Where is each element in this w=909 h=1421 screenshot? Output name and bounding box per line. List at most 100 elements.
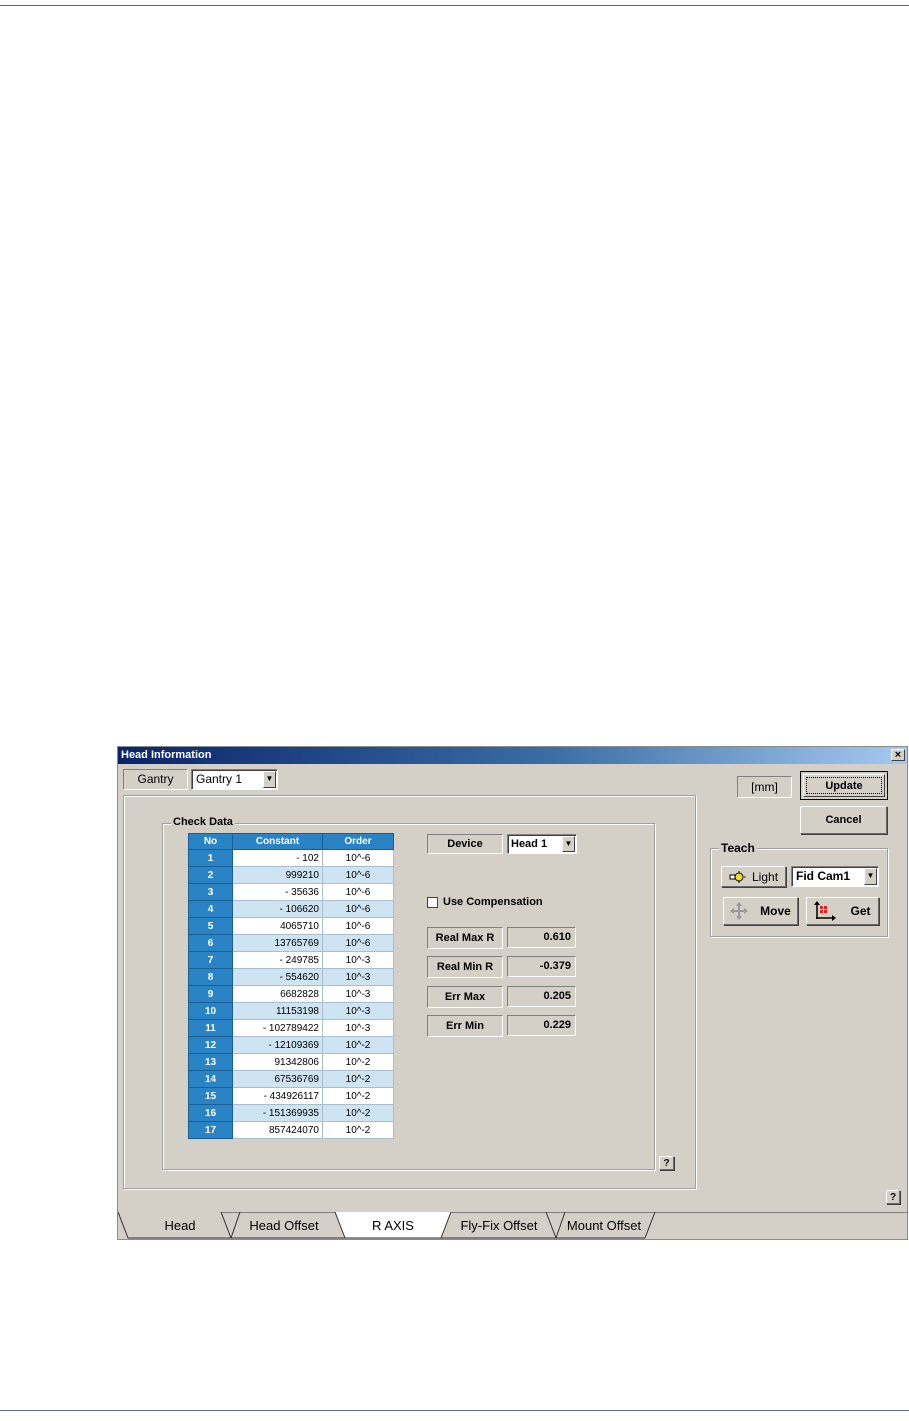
window-help-button[interactable]: ? bbox=[886, 1190, 900, 1204]
table-row[interactable]: 3- 35636 10^-6 bbox=[188, 883, 394, 901]
teach-title: Teach bbox=[719, 841, 757, 855]
row-number-cell: 1 bbox=[188, 849, 233, 867]
update-button[interactable]: Update bbox=[800, 771, 888, 800]
order-cell: 10^-3 bbox=[322, 985, 394, 1003]
constant-cell: 67536769 bbox=[232, 1070, 323, 1088]
row-number-cell: 17 bbox=[188, 1121, 233, 1139]
move-arrows-icon bbox=[730, 902, 749, 920]
table-row[interactable]: 8- 554620 10^-3 bbox=[188, 968, 394, 986]
table-row[interactable]: 7- 249785 10^-3 bbox=[188, 951, 394, 969]
row-number-cell: 7 bbox=[188, 951, 233, 969]
use-compensation-label: Use Compensation bbox=[443, 896, 543, 908]
value-label: Err Min bbox=[446, 1020, 484, 1032]
device-label: Device bbox=[447, 838, 483, 850]
chevron-down-icon[interactable]: ▼ bbox=[263, 771, 276, 788]
table-row[interactable]: 16- 151369935 10^-2 bbox=[188, 1104, 394, 1122]
constant-cell: - 434926117 bbox=[232, 1087, 323, 1105]
table-header-row: No Constant Order bbox=[188, 833, 394, 850]
row-number-cell: 10 bbox=[188, 1002, 233, 1020]
gantry-label: Gantry bbox=[137, 772, 174, 786]
value-label: Real Max R bbox=[435, 932, 495, 944]
window-title: Head Information bbox=[121, 749, 212, 761]
table-row[interactable]: 5 4065710 10^-6 bbox=[188, 917, 394, 935]
row-number-cell: 16 bbox=[188, 1104, 233, 1122]
order-cell: 10^-6 bbox=[322, 866, 394, 884]
cancel-button[interactable]: Cancel bbox=[800, 806, 887, 834]
constant-cell: - 12109369 bbox=[232, 1036, 323, 1054]
use-compensation-checkbox[interactable] bbox=[427, 897, 438, 908]
row-number-cell: 4 bbox=[188, 900, 233, 918]
camera-select[interactable]: Fid Cam1 ▼ bbox=[791, 866, 879, 887]
row-number-cell: 6 bbox=[188, 934, 233, 952]
bottom-rule bbox=[0, 1410, 909, 1411]
title-bar[interactable]: Head Information × bbox=[118, 747, 907, 764]
order-cell: 10^-3 bbox=[322, 951, 394, 969]
check-data-help-button[interactable]: ? bbox=[659, 1156, 674, 1170]
update-label: Update bbox=[825, 779, 863, 792]
gantry-label-box: Gantry bbox=[123, 769, 188, 790]
table-row[interactable]: 9 6682828 10^-3 bbox=[188, 985, 394, 1003]
constant-cell: 6682828 bbox=[232, 985, 323, 1003]
tab-r-axis[interactable]: R AXIS bbox=[340, 1213, 446, 1238]
close-button[interactable]: × bbox=[891, 749, 905, 761]
order-cell: 10^-2 bbox=[322, 1087, 394, 1105]
help-icon: ? bbox=[663, 1157, 670, 1169]
top-rule bbox=[0, 5, 909, 6]
check-data-table: No Constant Order 1- 102 10^-6 2 999210 10^-… bbox=[188, 833, 394, 1139]
chevron-down-icon[interactable]: ▼ bbox=[864, 868, 877, 885]
row-number-cell: 14 bbox=[188, 1070, 233, 1088]
tab-head[interactable]: Head bbox=[128, 1213, 232, 1238]
value-label: Real Min R bbox=[436, 961, 494, 973]
constant-cell: 11153198 bbox=[232, 1002, 323, 1020]
table-row[interactable]: 15- 434926117 10^-2 bbox=[188, 1087, 394, 1105]
table-row[interactable]: 14 67536769 10^-2 bbox=[188, 1070, 394, 1088]
column-header-order: Order bbox=[322, 833, 394, 850]
table-row[interactable]: 1- 102 10^-6 bbox=[188, 849, 394, 867]
chevron-down-icon[interactable]: ▼ bbox=[562, 836, 575, 852]
value-label-box: Err Max bbox=[427, 986, 503, 1008]
value-label-box: Err Min bbox=[427, 1015, 503, 1037]
cancel-label: Cancel bbox=[825, 814, 862, 826]
table-row[interactable]: 2 999210 10^-6 bbox=[188, 866, 394, 884]
table-row[interactable]: 6 13765769 10^-6 bbox=[188, 934, 394, 952]
constant-cell: 13765769 bbox=[232, 934, 323, 952]
get-label: Get bbox=[850, 904, 871, 918]
device-label-box: Device bbox=[427, 834, 503, 854]
device-select[interactable]: Head 1 ▼ bbox=[507, 834, 577, 854]
value-label-box: Real Max R bbox=[427, 927, 503, 949]
table-row[interactable]: 12- 12109369 10^-2 bbox=[188, 1036, 394, 1054]
table-row[interactable]: 13 91342806 10^-2 bbox=[188, 1053, 394, 1071]
row-number-cell: 13 bbox=[188, 1053, 233, 1071]
gantry-select-value: Gantry 1 bbox=[196, 772, 243, 786]
table-row[interactable]: 10 11153198 10^-3 bbox=[188, 1002, 394, 1020]
order-cell: 10^-2 bbox=[322, 1070, 394, 1088]
move-button[interactable]: Move bbox=[723, 897, 798, 925]
tab-head-offset[interactable]: Head Offset bbox=[231, 1213, 337, 1238]
value-display: -0.379 bbox=[507, 956, 576, 977]
table-row[interactable]: 11- 102789422 10^-3 bbox=[188, 1019, 394, 1037]
row-number-cell: 9 bbox=[188, 985, 233, 1003]
tab-mount-offset[interactable]: Mount Offset bbox=[551, 1213, 657, 1238]
camera-select-value: Fid Cam1 bbox=[796, 869, 851, 883]
constant-cell: - 102789422 bbox=[232, 1019, 323, 1037]
constant-cell: - 35636 bbox=[232, 883, 323, 901]
constant-cell: - 106620 bbox=[232, 900, 323, 918]
table-row[interactable]: 17 857424070 10^-2 bbox=[188, 1121, 394, 1139]
constant-cell: - 249785 bbox=[232, 951, 323, 969]
constant-cell: 857424070 bbox=[232, 1121, 323, 1139]
row-number-cell: 12 bbox=[188, 1036, 233, 1054]
move-label: Move bbox=[760, 904, 791, 918]
order-cell: 10^-6 bbox=[322, 849, 394, 867]
order-cell: 10^-2 bbox=[322, 1036, 394, 1054]
row-number-cell: 2 bbox=[188, 866, 233, 884]
order-cell: 10^-6 bbox=[322, 900, 394, 918]
get-button[interactable]: Get bbox=[806, 897, 879, 925]
order-cell: 10^-3 bbox=[322, 968, 394, 986]
value-display: 0.229 bbox=[507, 1015, 576, 1036]
table-row[interactable]: 4- 106620 10^-6 bbox=[188, 900, 394, 918]
tab-fly-fix-offset[interactable]: Fly-Fix Offset bbox=[446, 1213, 552, 1238]
light-button[interactable]: Light bbox=[721, 866, 786, 887]
row-number-cell: 15 bbox=[188, 1087, 233, 1105]
value-label: Err Max bbox=[444, 991, 486, 1003]
gantry-select[interactable]: Gantry 1 ▼ bbox=[191, 769, 278, 790]
